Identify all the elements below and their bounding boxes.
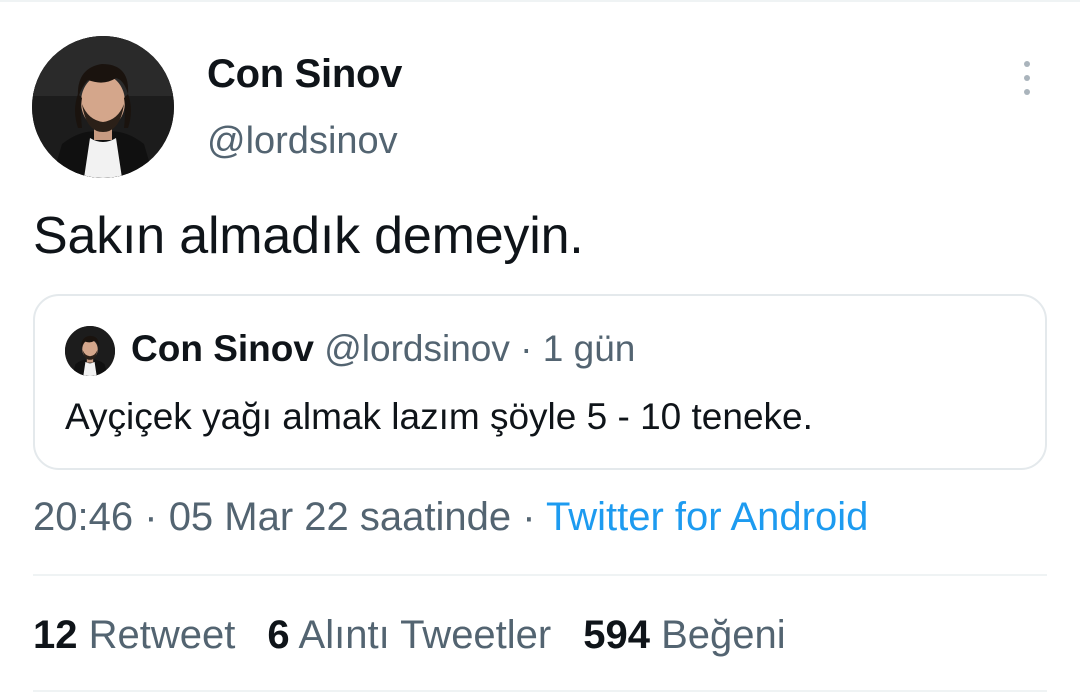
quoted-tweet-header: Con Sinov @lordsinov · 1 gün	[131, 326, 635, 372]
quote-tweets-label: Alıntı Tweetler	[298, 613, 552, 657]
author-display-name[interactable]: Con Sinov	[207, 52, 402, 97]
quoted-time-ago: 1 gün	[542, 328, 636, 369]
tweet-timestamp-line: 20:46 · 05 Mar 22 saatinde · Twitter for…	[33, 494, 868, 540]
quote-tweets-stat[interactable]: 6 Alıntı Tweetler	[267, 612, 551, 658]
author-avatar[interactable]	[32, 36, 174, 178]
tweet-time[interactable]: 20:46	[33, 495, 133, 539]
quoted-separator: ·	[520, 328, 533, 369]
more-vertical-icon-dot	[1024, 75, 1030, 81]
quoted-display-name: Con Sinov	[131, 328, 314, 369]
likes-count: 594	[583, 613, 650, 657]
more-vertical-icon	[1024, 61, 1030, 67]
quoted-tweet-text: Ayçiçek yağı almak lazım şöyle 5 - 10 te…	[65, 396, 813, 437]
quoted-author-avatar	[65, 326, 115, 376]
timestamp-separator: ·	[144, 495, 158, 539]
tweet-detail-page: Con Sinov @lordsinov Sakın almadık demey…	[0, 0, 1080, 696]
retweets-stat[interactable]: 12 Retweet	[33, 612, 235, 658]
divider	[33, 574, 1047, 576]
more-vertical-icon-dot	[1024, 89, 1030, 95]
quoted-avatar-photo	[65, 326, 115, 376]
author-username[interactable]: @lordsinov	[207, 120, 398, 163]
top-divider	[0, 0, 1080, 2]
tweet-stats: 12 Retweet 6 Alıntı Tweetler 594 Beğeni	[33, 612, 818, 658]
avatar-photo	[32, 36, 174, 178]
retweets-count: 12	[33, 613, 78, 657]
divider	[33, 690, 1047, 692]
tweet-date[interactable]: 05 Mar 22 saatinde	[169, 495, 511, 539]
likes-label: Beğeni	[661, 613, 786, 657]
tweet-source-link[interactable]: Twitter for Android	[546, 495, 868, 539]
quoted-username: @lordsinov	[324, 328, 510, 369]
retweets-label: Retweet	[88, 613, 236, 657]
likes-stat[interactable]: 594 Beğeni	[583, 612, 785, 658]
quoted-tweet-card[interactable]: Con Sinov @lordsinov · 1 gün Ayçiçek yağ…	[33, 294, 1047, 470]
source-separator: ·	[522, 495, 536, 539]
more-options-button[interactable]	[1010, 58, 1044, 98]
quote-tweets-count: 6	[267, 613, 290, 657]
tweet-text: Sakın almadık demeyin.	[33, 207, 584, 265]
